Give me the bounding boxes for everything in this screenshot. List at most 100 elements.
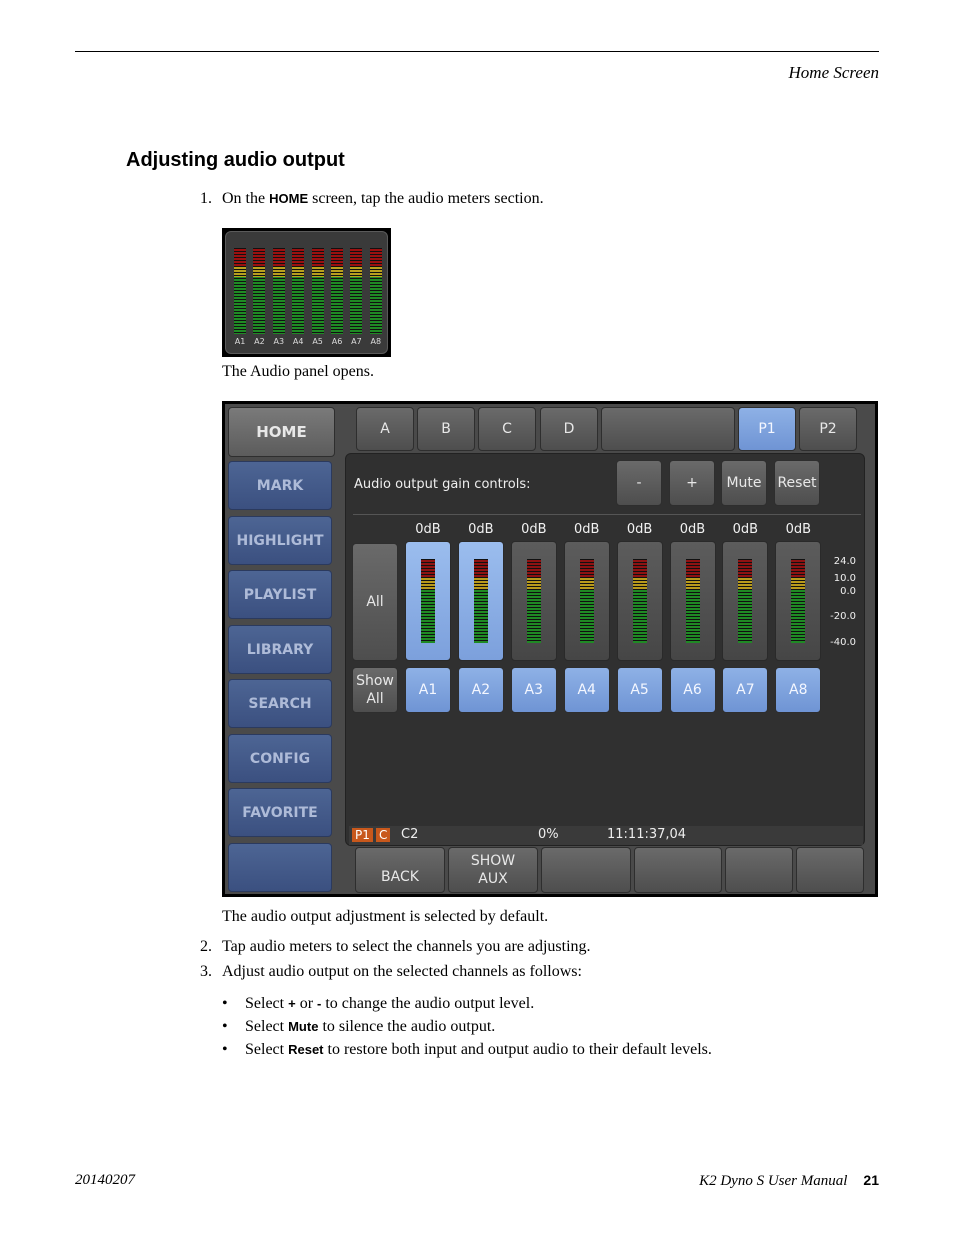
channel-meter-a4[interactable]: [563, 541, 610, 661]
show-all-button[interactable]: Show All: [352, 667, 398, 713]
keyword-plus: +: [288, 996, 296, 1011]
sidebar-item-playlist[interactable]: PLAYLIST: [228, 570, 332, 619]
blank-softkey[interactable]: [541, 847, 631, 893]
footer-manual-title: K2 Dyno S User Manual: [699, 1173, 848, 1189]
channel-gain-readout: 0dB: [521, 522, 547, 537]
channel-gain-readout: 0dB: [732, 522, 759, 537]
channel-button-a4[interactable]: A4: [563, 667, 610, 713]
channel-button-a3[interactable]: A3: [510, 667, 557, 713]
show-aux-button[interactable]: SHOW AUX: [448, 847, 538, 893]
bullet-1: • Select + or - to change the audio outpu…: [222, 995, 535, 1012]
sidebar-item-blank[interactable]: [228, 843, 332, 892]
all-button[interactable]: All: [352, 543, 398, 661]
channel-meter-a7[interactable]: [722, 541, 769, 661]
channel-meter-a5[interactable]: [616, 541, 663, 661]
bullet-text: or: [295, 995, 318, 1012]
meter-label: A8: [370, 337, 382, 346]
header-rule: [75, 51, 879, 52]
tab-b[interactable]: B: [417, 407, 475, 451]
level-meter: [632, 559, 647, 643]
audio-meter-thumb[interactable]: [369, 248, 382, 334]
sidebar-item-highlight[interactable]: HIGHLIGHT: [228, 516, 332, 565]
caption-panel-opens: The Audio panel opens.: [222, 363, 374, 380]
caption-default: The audio output adjustment is selected …: [222, 908, 549, 925]
channel-meter-a1[interactable]: [405, 541, 451, 661]
level-meter: [421, 559, 435, 643]
keyword-mute: Mute: [288, 1019, 319, 1034]
audio-meter-thumb[interactable]: [350, 248, 363, 334]
tab-d[interactable]: D: [540, 407, 598, 451]
channel-gain-readout: 0dB: [679, 522, 706, 537]
audio-meters-panel: A1 A2 A3 A4 A5 A6 A7 A8: [225, 231, 388, 354]
status-badge-p1: P1: [352, 828, 373, 842]
bullet-text: to restore both input and output audio t…: [323, 1041, 712, 1058]
bullet-text: Select: [245, 1041, 289, 1058]
home-button[interactable]: HOME: [228, 407, 335, 457]
blank-softkey[interactable]: [796, 847, 864, 893]
meter-label: A1: [234, 337, 246, 346]
status-badge-c: C: [376, 828, 391, 842]
channel-gain-readout: 0dB: [415, 522, 441, 537]
audio-meter-thumb[interactable]: [272, 248, 285, 334]
step-text: Adjust audio output on the selected chan…: [222, 963, 582, 980]
bullet-text: to change the audio output level.: [321, 995, 535, 1012]
channel-meter-a2[interactable]: [457, 541, 504, 661]
meter-label: A7: [351, 337, 362, 346]
bullet-text: Select: [245, 1018, 289, 1035]
audio-meter-thumb[interactable]: [331, 248, 343, 334]
audio-meter-thumb[interactable]: [253, 248, 266, 334]
bullet-3: • Select Reset to restore both input and …: [222, 1041, 712, 1058]
minus-button[interactable]: -: [616, 460, 662, 506]
audio-meter-thumb[interactable]: [234, 248, 246, 334]
step-3: 3. Adjust audio output on the selected c…: [200, 963, 582, 981]
level-meter: [526, 559, 541, 643]
step-number: 1.: [200, 190, 212, 207]
sidebar-item-search[interactable]: SEARCH: [228, 679, 332, 728]
channel-button-a2[interactable]: A2: [457, 667, 504, 713]
tab-c[interactable]: C: [478, 407, 536, 451]
channel-meter-a3[interactable]: [510, 541, 557, 661]
status-clip: C2: [401, 827, 419, 842]
sidebar-item-favorite[interactable]: FAVORITE: [228, 788, 332, 837]
tab-blank: [601, 407, 735, 451]
keyword-home: HOME: [269, 191, 309, 206]
tab-a[interactable]: A: [356, 407, 414, 451]
meter-label: A4: [292, 337, 304, 346]
audio-meter-thumb[interactable]: [292, 248, 305, 334]
channel-gain-readout: 0dB: [573, 522, 600, 537]
sidebar-item-library[interactable]: LIBRARY: [228, 625, 332, 674]
tab-p1[interactable]: P1: [738, 407, 796, 451]
channel-button-a8[interactable]: A8: [775, 667, 822, 713]
sidebar-item-config[interactable]: CONFIG: [228, 734, 332, 783]
back-button[interactable]: BACK: [355, 847, 445, 893]
channel-button-a7[interactable]: A7: [722, 667, 769, 713]
gain-controls-label: Audio output gain controls:: [354, 477, 531, 492]
blank-softkey[interactable]: [725, 847, 793, 893]
show-aux-label: SHOW: [470, 853, 516, 869]
channel-meter-a8[interactable]: [775, 541, 822, 661]
channel-gain-readout: 0dB: [626, 522, 653, 537]
page-number: 21: [863, 1172, 879, 1188]
mute-button[interactable]: Mute: [721, 460, 767, 506]
show-aux-label: AUX: [478, 871, 508, 887]
plus-button[interactable]: +: [669, 460, 715, 506]
blank-softkey[interactable]: [634, 847, 722, 893]
level-meter: [791, 559, 806, 643]
section-title: Adjusting audio output: [126, 149, 345, 171]
channel-button-a1[interactable]: A1: [405, 667, 451, 713]
step-number: 2.: [200, 938, 212, 955]
tab-p2[interactable]: P2: [799, 407, 857, 451]
channel-meter-a6[interactable]: [669, 541, 716, 661]
status-timecode: 11:11:37,04: [607, 827, 687, 842]
channel-button-a6[interactable]: A6: [669, 667, 716, 713]
step-text: Tap audio meters to select the channels …: [222, 938, 591, 955]
step-number: 3.: [200, 963, 212, 980]
audio-meter-thumb[interactable]: [311, 248, 324, 334]
bullet-text: Select: [245, 995, 289, 1012]
reset-button[interactable]: Reset: [774, 460, 820, 506]
bullet-text: to silence the audio output.: [318, 1018, 496, 1035]
bullet-2: • Select Mute to silence the audio output…: [222, 1018, 496, 1035]
content-divider: [353, 514, 861, 515]
sidebar-item-mark[interactable]: MARK: [228, 461, 332, 510]
channel-button-a5[interactable]: A5: [616, 667, 663, 713]
